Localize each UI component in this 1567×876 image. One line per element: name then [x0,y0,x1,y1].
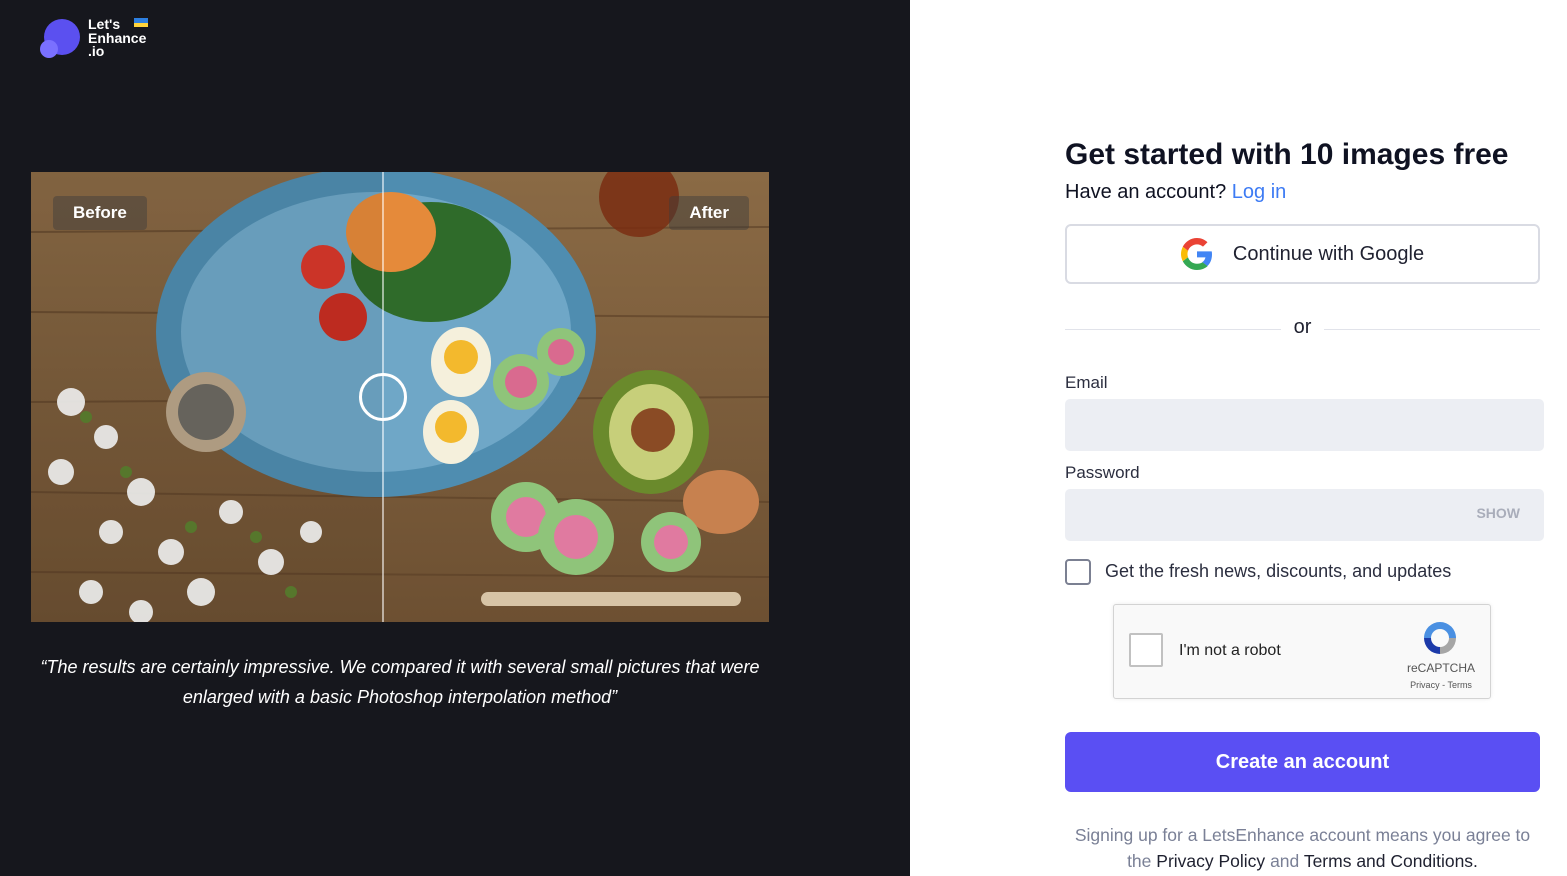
terms-conditions-link[interactable]: Terms and Conditions. [1304,851,1478,871]
newsletter-checkbox[interactable] [1065,559,1091,585]
page-title: Get started with 10 images free [1065,138,1509,171]
email-field[interactable] [1065,399,1544,451]
email-label: Email [1065,373,1108,392]
recaptcha-brand: reCAPTCHA [1406,661,1475,675]
signup-form: Get started with 10 images free Have an … [1065,0,1544,876]
google-icon [1180,238,1212,270]
before-after-image[interactable]: Before After [31,172,769,622]
recaptcha-icon [1424,622,1456,654]
newsletter-label: Get the fresh news, discounts, and updat… [1105,561,1452,581]
recaptcha-privacy-link[interactable]: Privacy [1410,680,1440,690]
password-label: Password [1065,463,1140,482]
continue-with-google-button[interactable]: Continue with Google [1065,224,1540,284]
comparison-handle[interactable] [359,373,407,421]
or-divider: or [1065,316,1540,342]
ukraine-flag-icon [134,18,148,27]
logo-dot-icon [40,40,58,58]
recaptcha-widget: I'm not a robot reCAPTCHA Privacy - Term… [1113,604,1491,699]
privacy-policy-link[interactable]: Privacy Policy [1156,851,1265,871]
recaptcha-terms-link[interactable]: Terms [1447,680,1472,690]
login-link[interactable]: Log in [1232,181,1287,203]
create-account-button[interactable]: Create an account [1065,732,1540,792]
show-password-button[interactable]: SHOW [1476,505,1520,521]
recaptcha-label: I'm not a robot [1179,642,1281,659]
google-button-label: Continue with Google [1232,242,1425,265]
logo-text-line3: .io [88,43,105,59]
after-label: After [669,196,749,230]
before-label: Before [53,196,147,230]
password-field[interactable] [1065,489,1544,541]
terms-text: Signing up for a LetsEnhance account mea… [1065,822,1540,874]
letsenhance-logo[interactable]: Let's Enhance .io [40,17,160,64]
showcase-panel: Let's Enhance .io Before After “The resu… [0,0,910,876]
testimonial-quote: “The results are certainly impressive. W… [40,657,760,707]
have-account-text: Have an account? Log in [1065,181,1286,204]
have-account-label: Have an account? [1065,181,1227,203]
recaptcha-checkbox[interactable] [1129,633,1163,667]
or-text: or [1293,316,1312,338]
terms-and: and [1270,851,1300,871]
